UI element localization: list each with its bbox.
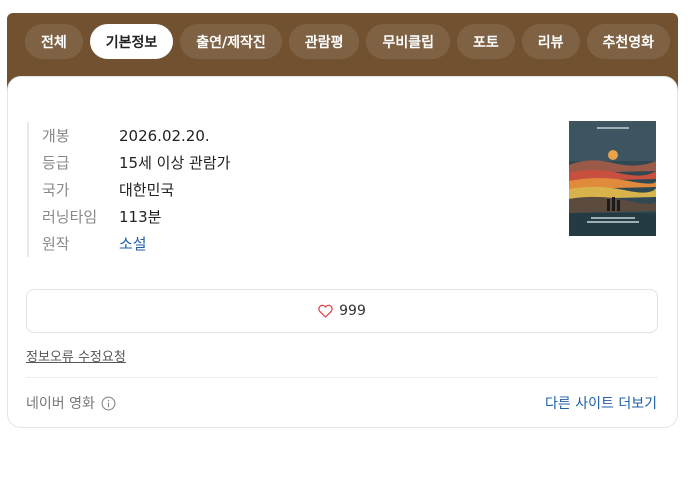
error-report-link[interactable]: 정보오류 수정요청: [26, 346, 126, 365]
info-row-runtime: 러닝타임 113분: [42, 203, 230, 230]
info-row-country: 국가 대한민국: [42, 176, 230, 203]
tab-reviews[interactable]: 관람평: [288, 24, 360, 59]
info-value: 대한민국: [119, 181, 175, 199]
tab-basic-info[interactable]: 기본정보: [89, 24, 174, 59]
info-key: 원작: [42, 235, 70, 253]
tab-bar: 전체 기본정보 출연/제작진 관람평 무비클립 포토 리뷰 추천영화: [25, 24, 671, 59]
tab-all[interactable]: 전체: [25, 24, 83, 59]
basic-info-card: 개봉 2026.02.20. 등급 15세 이상 관람가 국가 대한민국 러닝타…: [7, 76, 678, 428]
info-circle-icon[interactable]: [101, 396, 116, 411]
source-name: 네이버 영화: [26, 396, 95, 412]
info-row-rating: 등급 15세 이상 관람가: [42, 149, 230, 176]
tab-movie-clips[interactable]: 무비클립: [366, 24, 450, 59]
info-value: 2026.02.20.: [119, 126, 210, 145]
info-row-release: 개봉 2026.02.20.: [42, 122, 230, 149]
info-value: 113분: [119, 208, 162, 226]
like-count: 999: [339, 303, 366, 319]
info-value: 15세 이상 관람가: [119, 154, 231, 172]
divider: [26, 377, 658, 378]
tab-cast-crew[interactable]: 출연/제작진: [180, 24, 282, 59]
original-work-link[interactable]: 소설: [119, 233, 147, 254]
movie-poster-image[interactable]: [569, 121, 656, 236]
tab-recommended[interactable]: 추천영화: [586, 24, 671, 59]
like-button[interactable]: 999: [26, 289, 658, 333]
tab-critic-reviews[interactable]: 리뷰: [521, 24, 580, 59]
info-list: 개봉 2026.02.20. 등급 15세 이상 관람가 국가 대한민국 러닝타…: [27, 122, 230, 257]
info-key: 개봉: [42, 127, 70, 145]
tab-photos[interactable]: 포토: [456, 24, 515, 59]
heart-icon: [318, 304, 333, 318]
more-sites-link[interactable]: 다른 사이트 더보기: [545, 393, 657, 413]
source-label: 네이버 영화: [26, 393, 116, 413]
info-key: 러닝타임: [42, 208, 98, 226]
info-key: 국가: [42, 181, 70, 199]
info-row-original: 원작 소설: [42, 230, 230, 257]
info-key: 등급: [42, 154, 70, 172]
